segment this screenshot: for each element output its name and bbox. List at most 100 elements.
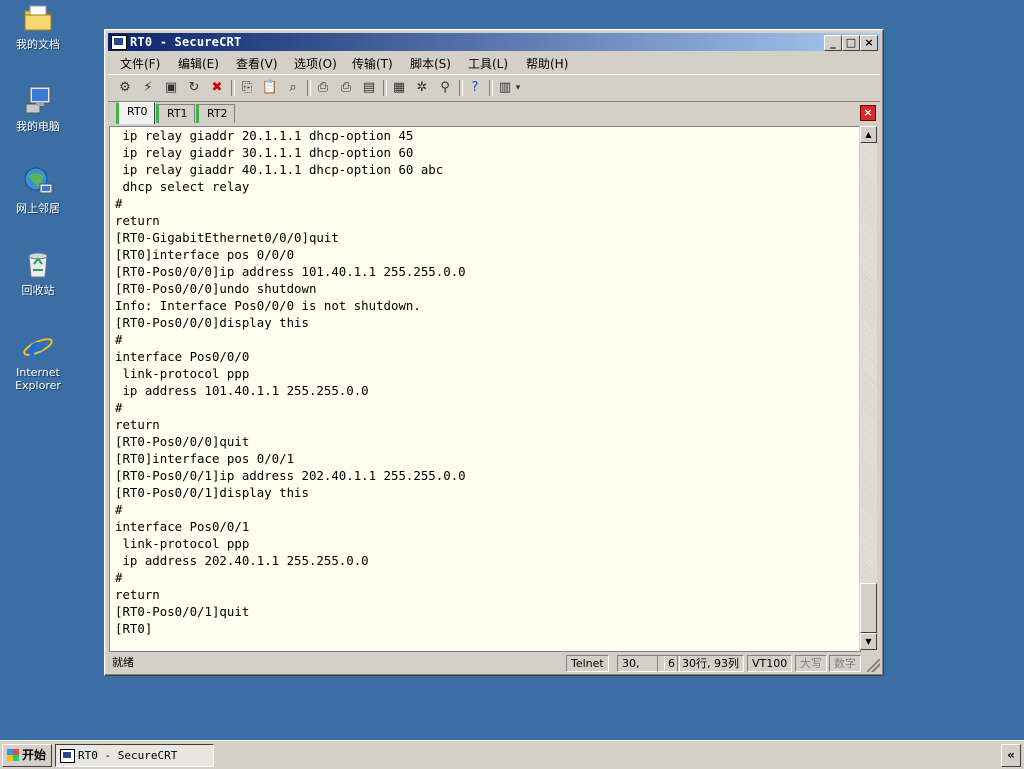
terminal-line: [RT0-Pos0/0/1]quit: [115, 604, 250, 619]
status-emulation: VT100: [747, 655, 793, 672]
start-label: 开始: [22, 748, 47, 762]
menu-tools[interactable]: 工具(L): [468, 55, 508, 72]
start-button[interactable]: 开始: [2, 744, 52, 767]
terminal-line: [RT0-Pos0/0/1]display this: [115, 485, 309, 500]
resize-grip-icon[interactable]: [867, 659, 880, 672]
desktop-icon-label: 我的电脑: [16, 120, 60, 133]
my-documents-icon: [22, 2, 54, 34]
desktop-icon-label: 回收站: [21, 284, 55, 297]
taskbar: 开始 RT0 - SecureCRT «: [0, 740, 1024, 769]
quick-connect-icon[interactable]: ⚡: [139, 79, 157, 97]
minimize-button[interactable]: _: [824, 35, 842, 51]
session-options-icon[interactable]: ▦: [390, 79, 408, 97]
close-button[interactable]: ×: [860, 35, 878, 51]
terminal-line: dhcp select relay: [115, 179, 250, 194]
taskbar-item-securecrt[interactable]: RT0 - SecureCRT: [55, 744, 214, 767]
menu-options[interactable]: 选项(O): [294, 55, 337, 72]
terminal-line: interface Pos0/0/0: [115, 349, 250, 364]
tab-rt2[interactable]: RT2: [196, 104, 235, 123]
print-selection-icon[interactable]: ⎙: [337, 79, 355, 97]
copy-icon[interactable]: ⎘: [238, 79, 256, 97]
terminal-line: return: [115, 213, 160, 228]
close-tab-icon[interactable]: ×: [860, 105, 876, 121]
status-protocol: Telnet: [566, 655, 609, 672]
desktop-icon-internet-explorer[interactable]: e Internet Explorer: [8, 330, 68, 392]
terminal-line: Info: Interface Pos0/0/0 is not shutdown…: [115, 298, 421, 313]
connect-icon[interactable]: ⚙: [116, 79, 134, 97]
taskbar-item-label: RT0 - SecureCRT: [78, 749, 178, 762]
tab-rt1[interactable]: RT1: [156, 104, 195, 123]
global-options-icon[interactable]: ✲: [413, 79, 431, 97]
desktop-icon-my-documents[interactable]: 我的文档: [8, 2, 68, 51]
terminal-line: link-protocol ppp: [115, 366, 250, 381]
terminal-line: interface Pos0/0/1: [115, 519, 250, 534]
terminal-line: [RT0]: [115, 621, 153, 636]
terminal-line: [RT0-Pos0/0/0]quit: [115, 434, 250, 449]
terminal-line: return: [115, 417, 160, 432]
help-icon[interactable]: ?: [466, 79, 484, 97]
scroll-thumb[interactable]: [860, 583, 877, 633]
menu-transfer[interactable]: 传输(T): [352, 55, 393, 72]
keymap-icon[interactable]: ⚲: [436, 79, 454, 97]
securecrt-app-icon[interactable]: [111, 35, 127, 50]
menu-edit[interactable]: 编辑(E): [178, 55, 219, 72]
vertical-scrollbar[interactable]: ▲ ▼: [859, 126, 877, 650]
menu-view[interactable]: 查看(V): [236, 55, 278, 72]
desktop-icon-my-computer[interactable]: 我的电脑: [8, 84, 68, 133]
terminal-line: link-protocol ppp: [115, 536, 250, 551]
securecrt-window: RT0 - SecureCRT _ □ × 文件(F) 编辑(E) 查看(V) …: [104, 29, 884, 676]
terminal-line: ip relay giaddr 40.1.1.1 dhcp-option 60 …: [115, 162, 444, 177]
toolbar-overflow-chevron-icon[interactable]: ▾: [513, 79, 523, 97]
find-icon[interactable]: ⌕: [284, 79, 302, 97]
tray-expand-icon[interactable]: «: [1001, 744, 1021, 767]
maximize-button[interactable]: □: [842, 35, 860, 51]
desktop-icon-label: 我的文档: [16, 38, 60, 51]
status-ready: 就绪: [112, 656, 134, 669]
terminal-line: ip address 202.40.1.1 255.255.0.0: [115, 553, 369, 568]
paste-icon[interactable]: 📋: [261, 79, 279, 97]
menu-script[interactable]: 脚本(S): [410, 55, 451, 72]
terminal-line: ip address 101.40.1.1 255.255.0.0: [115, 383, 369, 398]
sftp-icon[interactable]: ▥: [496, 79, 514, 97]
menu-help[interactable]: 帮助(H): [526, 55, 568, 72]
scroll-up-icon[interactable]: ▲: [860, 126, 877, 143]
terminal-line: #: [115, 502, 123, 517]
terminal-line: [RT0]interface pos 0/0/0: [115, 247, 295, 262]
connect-in-tab-icon[interactable]: ▣: [162, 79, 180, 97]
menu-bar: 文件(F) 编辑(E) 查看(V) 选项(O) 传输(T) 脚本(S) 工具(L…: [108, 52, 880, 72]
securecrt-task-icon: [60, 749, 75, 763]
menu-file[interactable]: 文件(F): [120, 55, 160, 72]
desktop-icon-label: Internet Explorer: [15, 366, 61, 392]
terminal-line: [RT0-Pos0/0/0]undo shutdown: [115, 281, 317, 296]
scroll-down-icon[interactable]: ▼: [860, 633, 877, 650]
disconnect-icon[interactable]: ✖: [208, 79, 226, 97]
terminal-line: [RT0-GigabitEthernet0/0/0]quit: [115, 230, 339, 245]
windows-logo-icon: [7, 749, 19, 761]
status-bar: 就绪 Telnet 30, 6 30行, 93列 VT100 大写 数字: [108, 653, 880, 672]
status-num: 数字: [829, 655, 861, 672]
print-icon[interactable]: ⎙: [314, 79, 332, 97]
toolbar-separator: [383, 80, 387, 96]
terminal-lines: ip relay giaddr 20.1.1.1 dhcp-option 45 …: [115, 127, 466, 637]
toolbar-separator: [307, 80, 311, 96]
terminal-output[interactable]: ip relay giaddr 20.1.1.1 dhcp-option 45 …: [109, 126, 861, 652]
reconnect-icon[interactable]: ↻: [185, 79, 203, 97]
desktop-icon-recycle-bin[interactable]: 回收站: [8, 248, 68, 297]
toolbar-separator: [459, 80, 463, 96]
print-screen-icon[interactable]: ▤: [360, 79, 378, 97]
window-title: RT0 - SecureCRT: [130, 35, 242, 49]
terminal-line: [RT0-Pos0/0/0]ip address 101.40.1.1 255.…: [115, 264, 466, 279]
terminal-line: ip relay giaddr 20.1.1.1 dhcp-option 45: [115, 128, 414, 143]
terminal-line: [RT0]interface pos 0/0/1: [115, 451, 295, 466]
recycle-bin-icon: [22, 248, 54, 280]
title-bar[interactable]: RT0 - SecureCRT _ □ ×: [108, 33, 880, 51]
internet-explorer-icon: e: [22, 330, 54, 364]
tab-rt0[interactable]: RT0: [116, 102, 155, 124]
session-tab-bar: RT0 RT1 RT2 ×: [108, 102, 880, 124]
terminal-line: #: [115, 400, 123, 415]
my-computer-icon: [22, 84, 54, 116]
desktop-icon-label: 网上邻居: [16, 202, 60, 215]
toolbar: ⚙ ⚡ ▣ ↻ ✖ ⎘ 📋 ⌕ ⎙ ⎙ ▤ ▦ ✲ ⚲ ? ▥ ▾: [108, 74, 880, 102]
status-size: 30行, 93列: [677, 655, 744, 672]
desktop-icon-network-places[interactable]: 网上邻居: [8, 166, 68, 215]
